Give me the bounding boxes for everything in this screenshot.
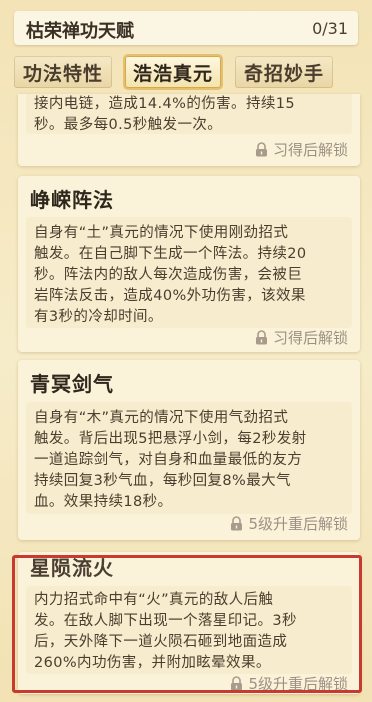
lock-icon [230, 676, 243, 691]
talent-description: 自身有“土”真元的情况下使用刚劲招式 触发。在自己脚下生成一个阵法。持续20 秒… [34, 225, 307, 325]
tab-true-essence[interactable]: 浩浩真元 [125, 56, 221, 88]
talent-card[interactable]: 青冥剑气 自身有“木”真元的情况下使用气劲招式 触发。背后出现5把悬浮小剑，每2… [18, 360, 360, 540]
tab-skill-traits[interactable]: 功法特性 [14, 56, 112, 88]
tab-label: 功法特性 [22, 62, 103, 85]
tab-special-moves[interactable]: 奇招妙手 [235, 56, 333, 88]
lock-icon [230, 516, 243, 531]
talent-title: 峥嵘阵法 [30, 188, 114, 212]
tab-label: 浩浩真元 [132, 62, 213, 85]
talent-points-counter: 0/31 [312, 19, 348, 38]
talent-card[interactable]: 星陨流火 内力招式命中有“火”真元的敌人后触 发。在敌人脚下出现一个落星印记。3… [18, 552, 360, 694]
unlock-text: 5级升重后解锁 [248, 515, 348, 533]
unlock-condition: 习得后解锁 [255, 139, 348, 160]
lock-icon [255, 142, 268, 157]
unlock-text: 习得后解锁 [272, 329, 348, 347]
page-title: 枯荣禅功天赋 [26, 21, 134, 42]
unlock-condition: 习得后解锁 [255, 327, 348, 348]
talent-description: 内力招式命中有“火”真元的敌人后触 发。在敌人脚下出现一个落星印记。3秒 后，天… [34, 592, 297, 671]
unlock-text: 5级升重后解锁 [248, 675, 348, 693]
talent-header: 枯荣禅功天赋 0/31 [14, 11, 358, 45]
tab-label: 奇招妙手 [243, 62, 324, 85]
talent-card[interactable]: 接内电链，造成14.4%的伤害。持续15 秒。最多每0.5秒触发一次。 习得后解… [18, 94, 360, 166]
talent-card[interactable]: 峥嵘阵法 自身有“土”真元的情况下使用刚劲招式 触发。在自己脚下生成一个阵法。持… [18, 176, 360, 352]
unlock-condition: 5级升重后解锁 [230, 673, 348, 694]
talent-description: 自身有“木”真元的情况下使用气劲招式 触发。背后出现5把悬浮小剑，每2秒发射 一… [34, 410, 307, 510]
lock-icon [255, 330, 268, 345]
talent-title: 青冥剑气 [30, 372, 114, 396]
talent-title: 星陨流火 [30, 556, 114, 580]
talent-description: 接内电链，造成14.4%的伤害。持续15 秒。最多每0.5秒触发一次。 [34, 96, 296, 133]
unlock-text: 习得后解锁 [272, 141, 348, 159]
unlock-condition: 5级升重后解锁 [230, 513, 348, 534]
